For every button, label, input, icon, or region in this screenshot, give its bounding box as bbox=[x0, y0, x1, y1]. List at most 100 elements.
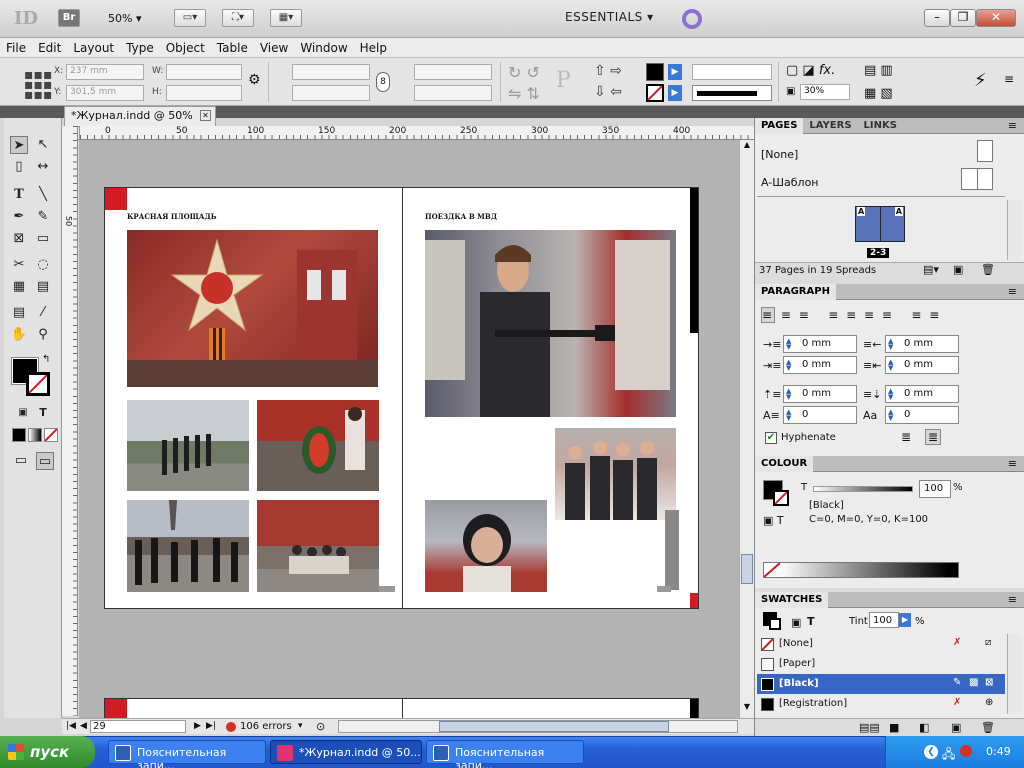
taskbar-item-doc1[interactable]: Пояснительная запи... bbox=[108, 740, 266, 768]
a-master-thumb[interactable] bbox=[961, 168, 993, 190]
next-spread[interactable] bbox=[104, 698, 699, 718]
stroke-color-icon[interactable] bbox=[26, 372, 50, 396]
select-container-icon[interactable]: ⇧ ⇨ bbox=[594, 63, 622, 79]
wrap-icons[interactable]: ▤ ▥ bbox=[864, 63, 893, 78]
photo-red-square-star[interactable] bbox=[127, 230, 378, 387]
eyedropper-tool-icon[interactable]: ⁄ bbox=[34, 304, 52, 322]
opacity-field[interactable]: 30% bbox=[800, 84, 850, 100]
hyphenate-checkbox[interactable]: ✔ bbox=[765, 432, 777, 444]
swatch-row-registration[interactable]: [Registration] ✗ ⊕ bbox=[757, 694, 1005, 714]
page-number-field[interactable]: 29 bbox=[90, 720, 186, 733]
menu-edit[interactable]: Edit bbox=[32, 38, 67, 55]
scale-y-field[interactable] bbox=[292, 85, 370, 101]
taskbar-item-doc2[interactable]: Пояснительная запи... bbox=[426, 740, 584, 768]
photo-band-march[interactable] bbox=[127, 400, 249, 491]
fill-swatch-icon[interactable] bbox=[646, 63, 664, 81]
document-tab[interactable]: *Журнал.indd @ 50% ✕ bbox=[64, 106, 216, 126]
swatches-tint-field[interactable]: 100 bbox=[869, 612, 899, 628]
menu-table[interactable]: Table bbox=[211, 38, 254, 55]
vertical-scrollbar[interactable]: ▲ ▼ bbox=[739, 140, 754, 718]
delete-swatch-icon[interactable]: 🗑 bbox=[981, 721, 995, 734]
previous-page-icon[interactable]: ◀ bbox=[80, 721, 87, 731]
swatch-row-black[interactable]: [Black] ✎ ▩ ⊠ bbox=[757, 674, 1005, 694]
delete-page-icon[interactable]: 🗑 bbox=[981, 263, 995, 276]
shear-field[interactable] bbox=[414, 85, 492, 101]
new-page-icon[interactable]: ▣ bbox=[953, 263, 963, 276]
fill-dropdown-icon[interactable]: ▶ bbox=[668, 64, 682, 80]
scroll-thumb[interactable] bbox=[741, 554, 753, 584]
link-scale-icon[interactable]: 8 bbox=[376, 72, 390, 92]
spread-2-3[interactable]: КРАСНАЯ ПЛОЩАДЬ ПОЕЗДКА В МВД bbox=[104, 187, 699, 609]
menu-help[interactable]: Help bbox=[354, 38, 393, 55]
screen-mode-button[interactable]: ⛶▾ bbox=[222, 9, 254, 27]
photo-group-of-boys[interactable] bbox=[555, 428, 676, 520]
stroke-type-field[interactable] bbox=[692, 85, 772, 101]
restore-button[interactable]: ❐ bbox=[950, 9, 976, 27]
document-canvas[interactable]: КРАСНАЯ ПЛОЩАДЬ ПОЕЗДКА В МВД bbox=[79, 140, 739, 718]
colour-tint-field[interactable]: 100 bbox=[919, 480, 951, 498]
zoom-level[interactable]: 50% ▾ bbox=[108, 12, 141, 25]
spread-2-3-thumbnail[interactable]: A A bbox=[855, 206, 905, 242]
menu-layout[interactable]: Layout bbox=[67, 38, 120, 55]
swatches-container-icon[interactable]: ▣ bbox=[791, 616, 801, 629]
gradient-tool-icon[interactable]: ▦ bbox=[10, 278, 28, 296]
y-position-field[interactable]: 301,5 mm bbox=[66, 85, 144, 101]
menu-view[interactable]: View bbox=[254, 38, 294, 55]
selection-tool-icon[interactable]: ➤ bbox=[10, 136, 28, 154]
tab-layers[interactable]: LAYERS bbox=[803, 118, 857, 134]
hand-tool-icon[interactable]: ✋ bbox=[10, 326, 28, 344]
scroll-thumb[interactable] bbox=[439, 721, 669, 732]
scissors-tool-icon[interactable]: ✂ bbox=[10, 256, 28, 274]
tab-swatches[interactable]: SWATCHES bbox=[755, 592, 829, 608]
panel-menu-icon[interactable]: ≡ bbox=[1008, 457, 1017, 470]
menu-type[interactable]: Type bbox=[120, 38, 160, 55]
space-before-field[interactable]: ▲ ▼ 0 mm bbox=[783, 385, 857, 403]
taskbar-item-indesign[interactable]: *Журнал.indd @ 50... bbox=[270, 740, 422, 764]
page-size-icon[interactable]: ▤▾ bbox=[923, 263, 939, 276]
menu-file[interactable]: File bbox=[0, 38, 32, 55]
swatches-stroke-icon[interactable] bbox=[769, 618, 781, 630]
preflight-errors[interactable]: 106 errors bbox=[240, 721, 292, 732]
a-master-label[interactable]: A-Шаблон bbox=[761, 176, 819, 189]
height-field[interactable] bbox=[166, 85, 242, 101]
free-transform-tool-icon[interactable]: ◌ bbox=[34, 256, 52, 274]
stroke-weight-field[interactable] bbox=[692, 64, 772, 80]
photo-parade[interactable] bbox=[127, 500, 249, 592]
first-line-indent-field[interactable]: ▲ ▼ 0 mm bbox=[783, 356, 857, 374]
none-master-label[interactable]: [None] bbox=[761, 148, 798, 161]
preflight-menu-icon[interactable]: ▾ bbox=[298, 721, 303, 731]
new-swatch-icon[interactable]: ▣ bbox=[951, 721, 961, 734]
line-tool-icon[interactable]: ╲ bbox=[34, 186, 52, 204]
cs-live-icon[interactable] bbox=[682, 9, 702, 29]
show-colour-swatches-icon[interactable]: ■ bbox=[889, 721, 899, 734]
apply-none-icon[interactable] bbox=[44, 428, 58, 442]
photo-friends-kremlin-wall[interactable] bbox=[257, 500, 379, 592]
select-content-icon[interactable]: ⇩ ⇦ bbox=[594, 84, 622, 100]
page-tool-icon[interactable]: ▯ bbox=[10, 158, 28, 176]
minimize-button[interactable]: – bbox=[924, 9, 950, 27]
gradient-feather-tool-icon[interactable]: ▤ bbox=[34, 278, 52, 296]
panel-menu-icon[interactable]: ≡ bbox=[1008, 285, 1017, 298]
photo-boy-with-rifle[interactable] bbox=[425, 230, 676, 417]
quick-apply-icon[interactable]: ⚡ bbox=[974, 70, 987, 91]
apply-color-icon[interactable] bbox=[12, 428, 26, 442]
pages-scrollbar[interactable] bbox=[1007, 200, 1021, 260]
show-gradient-swatches-icon[interactable]: ◧ bbox=[919, 721, 929, 734]
panel-menu-icon[interactable]: ≡ bbox=[1008, 119, 1017, 132]
clock[interactable]: 0:49 bbox=[986, 745, 1011, 758]
bridge-button[interactable]: Br bbox=[58, 9, 80, 27]
network-icon[interactable]: 🖧 bbox=[942, 745, 955, 766]
panel-menu-icon[interactable]: ≡ bbox=[1004, 72, 1014, 86]
width-field[interactable] bbox=[166, 64, 242, 80]
tab-colour[interactable]: COLOUR bbox=[755, 456, 814, 472]
drop-cap-chars-field[interactable]: ▲ ▼ 0 bbox=[885, 406, 959, 424]
open-folder-icon[interactable]: ⊙ bbox=[316, 720, 325, 733]
horizontal-scrollbar[interactable] bbox=[338, 720, 738, 733]
rotation-field[interactable] bbox=[414, 64, 492, 80]
type-tool-icon[interactable]: T bbox=[10, 186, 28, 204]
arrange-documents-button[interactable]: ▦▾ bbox=[270, 9, 302, 27]
note-tool-icon[interactable]: ▤ bbox=[10, 304, 28, 322]
normal-mode-icon[interactable]: ▭ bbox=[12, 452, 30, 470]
rectangle-frame-tool-icon[interactable]: ⊠ bbox=[10, 230, 28, 248]
colour-container-icon[interactable]: ▣ T bbox=[763, 514, 784, 527]
